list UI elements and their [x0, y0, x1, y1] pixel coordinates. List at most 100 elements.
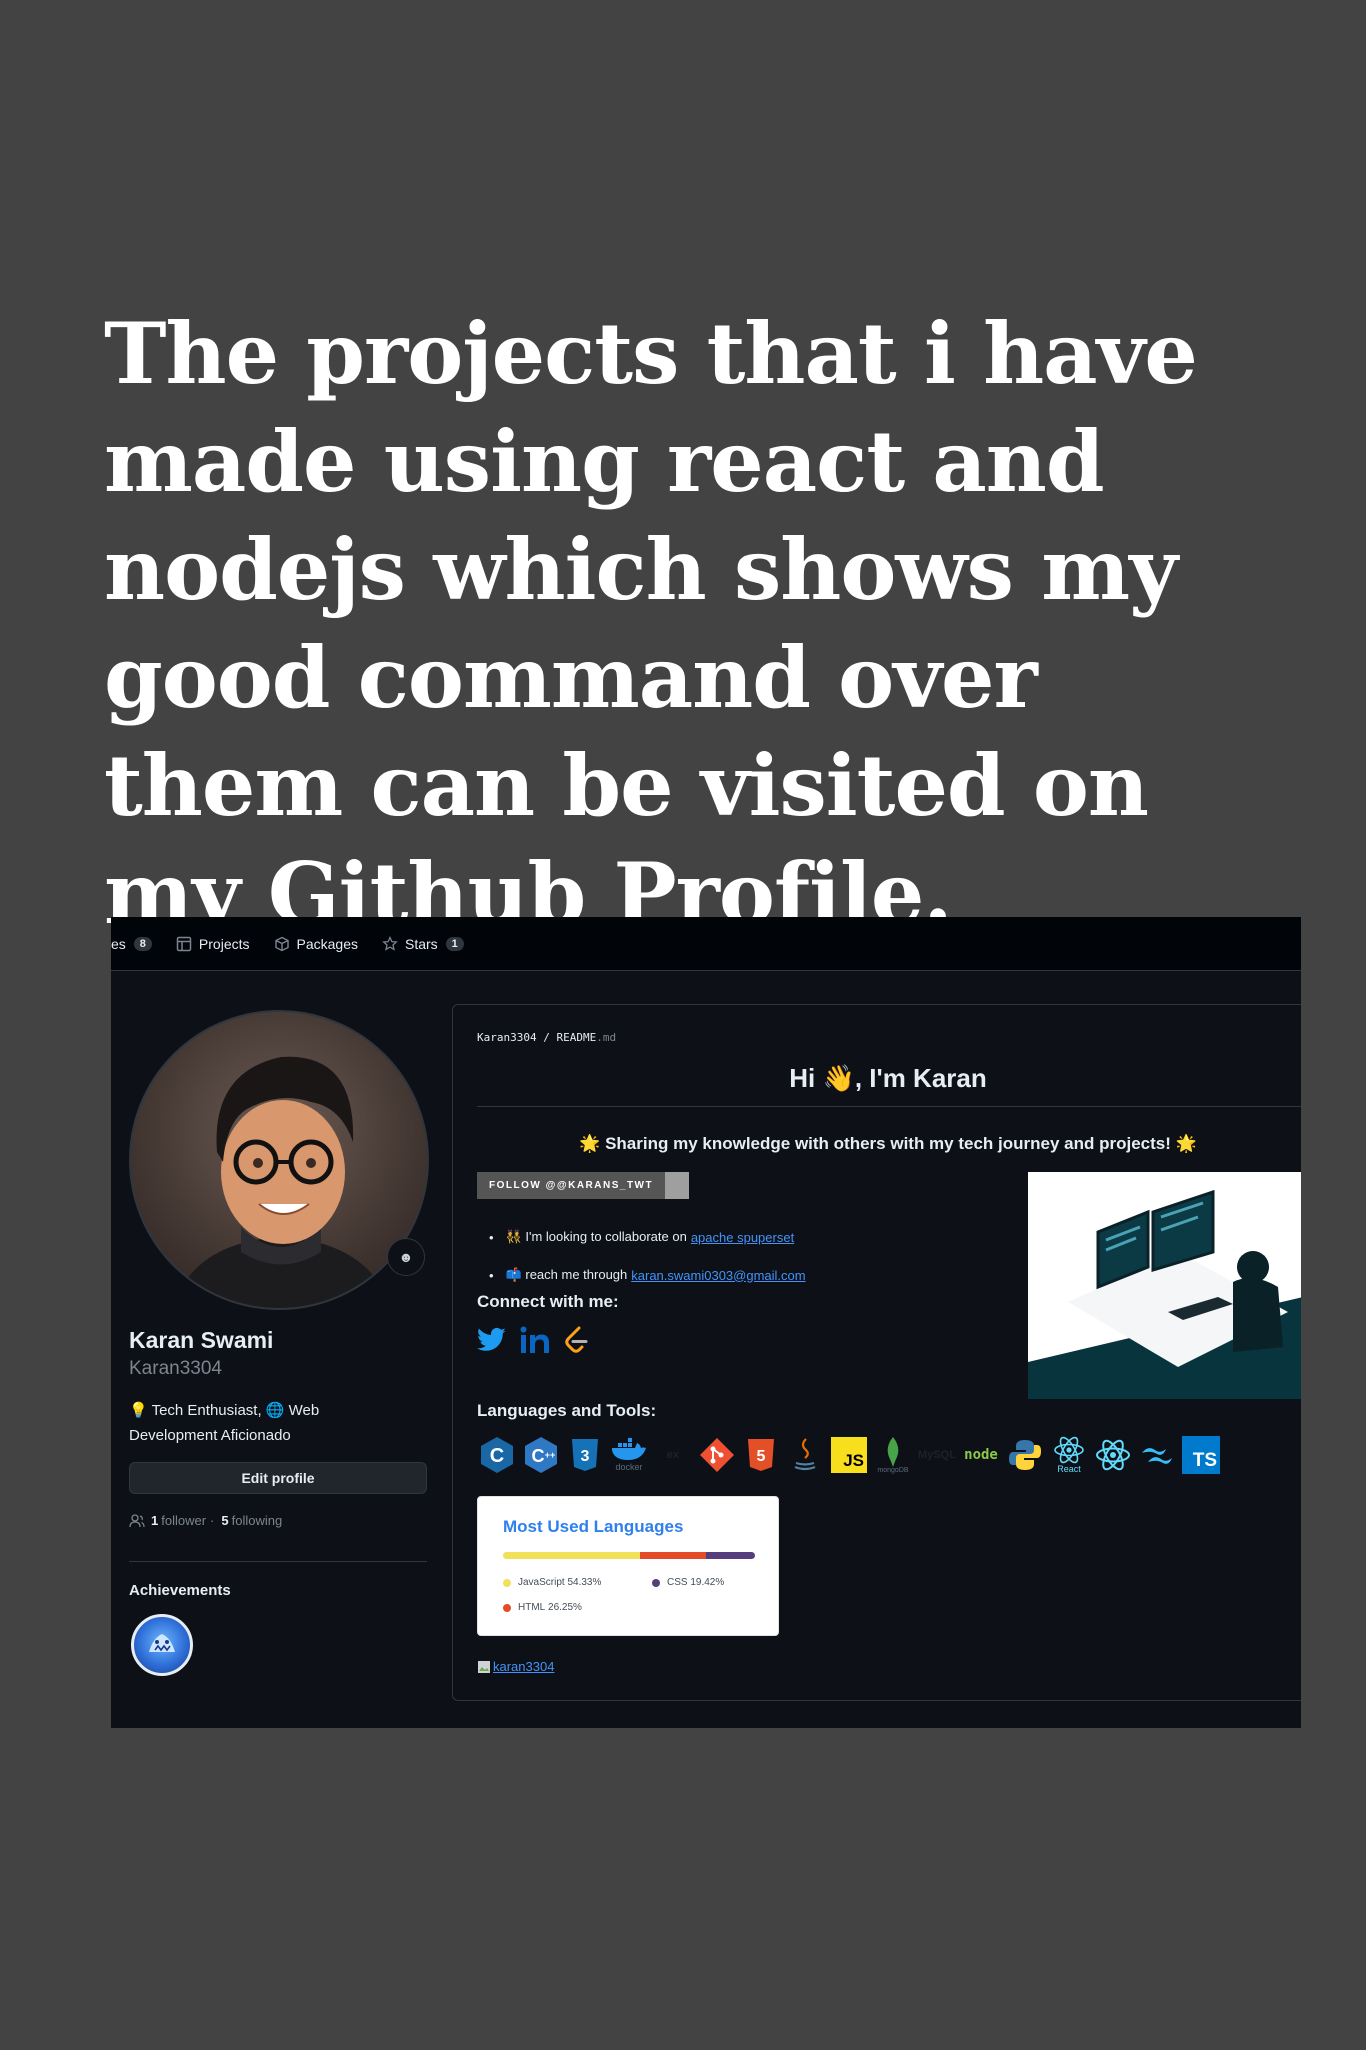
js-label: JS — [843, 1451, 864, 1470]
tab-stars-label: Stars — [404, 935, 438, 952]
legend-css: CSS 19.42% — [652, 1577, 724, 1588]
tab-stars[interactable]: Stars 1 — [382, 935, 464, 952]
shark-icon — [149, 1634, 175, 1652]
stars-count: 1 — [445, 936, 464, 951]
languages-progress-bar — [503, 1552, 755, 1559]
tab-packages-label: Packages — [296, 935, 358, 952]
tools-icons: C C ++ 3 docker ex 5 JS mongoDB MySQL nod… — [477, 1435, 1225, 1475]
readme-file-ext: .md — [596, 1031, 617, 1044]
collab-link[interactable]: apache spuperset — [691, 1230, 794, 1245]
twitter-icon[interactable] — [477, 1327, 507, 1353]
status-emoji-icon: ☻ — [398, 1249, 414, 1265]
readme-tagline: 🌟 Sharing my knowledge with others with … — [579, 1134, 1197, 1153]
email-link[interactable]: karan.swami0303@gmail.com — [631, 1268, 805, 1283]
legend-pct-html: 26.25% — [548, 1602, 582, 1613]
list-item: 📫 reach me through karan.swami0303@gmail… — [489, 1256, 806, 1294]
developer-illustration — [1028, 1172, 1301, 1399]
tab-repositories[interactable]: es 8 — [111, 936, 152, 952]
typescript-icon[interactable]: TS — [1181, 1435, 1221, 1475]
achievements-title: Achievements — [129, 1582, 231, 1599]
following-count[interactable]: 5 — [221, 1513, 228, 1528]
html-dot — [503, 1603, 511, 1612]
people-icon — [129, 1513, 145, 1527]
star-icon — [382, 935, 398, 951]
twitter-follow-count — [665, 1172, 690, 1199]
mysql-icon[interactable]: MySQL — [917, 1435, 957, 1475]
legend-name-css: CSS — [667, 1577, 688, 1588]
most-used-languages-card: Most Used Languages JavaScript 54.33% CS… — [477, 1496, 779, 1636]
profile-bio: 💡 Tech Enthusiast, 🌐 Web Development Afi… — [129, 1402, 320, 1444]
linkedin-icon[interactable] — [519, 1325, 551, 1355]
docker-icon[interactable]: docker — [609, 1435, 649, 1475]
connect-title: Connect with me: — [477, 1292, 619, 1311]
readme-heading: Hi 👋, I'm Karan — [789, 1063, 987, 1093]
set-status-button[interactable]: ☻ — [387, 1238, 425, 1276]
legend-name-javascript: JavaScript — [518, 1577, 565, 1588]
css-dot — [652, 1578, 660, 1587]
cplusplus-icon[interactable]: C ++ — [521, 1435, 561, 1475]
heading-rule — [477, 1106, 1301, 1107]
languages-bar-segment-css — [706, 1552, 755, 1559]
profile-tabs: es 8 Projects Packages Stars 1 — [111, 917, 1301, 971]
social-links — [477, 1325, 601, 1355]
html5-icon[interactable]: 5 — [741, 1435, 781, 1475]
svg-text:5: 5 — [757, 1448, 766, 1465]
git-icon[interactable] — [697, 1435, 737, 1475]
python-icon[interactable] — [1005, 1435, 1045, 1475]
readme-panel: Karan3304 / README.md Hi 👋, I'm Karan 🌟 … — [452, 1004, 1301, 1701]
svg-text:++: ++ — [545, 1450, 556, 1460]
legend-pct-javascript: 54.33% — [567, 1577, 602, 1588]
table-icon — [176, 936, 192, 951]
developer-desk-image — [1028, 1189, 1301, 1399]
javascript-dot — [503, 1578, 511, 1587]
react-label: React — [1057, 1464, 1081, 1474]
c-icon[interactable]: C — [477, 1435, 517, 1475]
follow-separator: · — [210, 1513, 215, 1528]
mongodb-icon[interactable]: mongoDB — [873, 1435, 913, 1475]
languages-card-title: Most Used Languages — [503, 1517, 684, 1536]
tailwind-icon[interactable] — [1137, 1435, 1177, 1475]
readme-file-link[interactable]: README — [556, 1031, 596, 1044]
tab-projects[interactable]: Projects — [176, 936, 250, 952]
readme-user-link[interactable]: Karan3304 — [477, 1031, 537, 1044]
collab-text: 👯 I'm looking to collaborate on — [505, 1229, 687, 1244]
legend-html: HTML 26.25% — [503, 1602, 582, 1613]
docker-label: docker — [615, 1462, 643, 1472]
languages-bar-segment-html — [639, 1552, 707, 1559]
java-icon[interactable] — [785, 1435, 825, 1475]
footer-link-label: karan3304 — [493, 1659, 555, 1674]
avatar[interactable] — [129, 1010, 429, 1310]
express-icon[interactable]: ex — [653, 1435, 693, 1475]
mongodb-label: mongoDB — [877, 1466, 909, 1474]
tab-repositories-label: es — [111, 935, 126, 952]
profile-name: Karan Swami — [129, 1327, 274, 1353]
achievement-badge[interactable] — [131, 1614, 193, 1676]
react-icon[interactable]: React — [1049, 1435, 1089, 1475]
languages-bar-segment-javascript — [503, 1552, 640, 1559]
following-link[interactable]: following — [232, 1513, 283, 1528]
reach-text: 📫 reach me through — [505, 1267, 628, 1282]
avatar-illustration — [172, 1056, 392, 1308]
twitter-follow-badge[interactable]: FOLLOW @@KARANS_TWT — [477, 1172, 690, 1199]
leetcode-icon[interactable] — [563, 1326, 589, 1354]
tab-projects-label: Projects — [198, 935, 250, 952]
package-icon — [274, 936, 289, 951]
repositories-count: 8 — [133, 936, 152, 951]
tab-packages[interactable]: Packages — [274, 936, 358, 952]
edit-profile-button[interactable]: Edit profile — [129, 1462, 427, 1494]
readme-breadcrumb: Karan3304 / README.md — [477, 1031, 616, 1044]
headline: The projects that i have made using reac… — [104, 304, 1198, 943]
follow-stats: 1 follower · 5 following — [129, 1513, 282, 1528]
github-stats-image-link[interactable]: karan3304 — [477, 1659, 554, 1674]
javascript-icon[interactable]: JS — [829, 1435, 869, 1475]
ts-label: TS — [1192, 1450, 1217, 1471]
nodejs-icon[interactable]: node — [961, 1435, 1001, 1475]
readme-bullets: 👯 I'm looking to collaborate on apache s… — [477, 1218, 806, 1294]
svg-text:C: C — [490, 1445, 504, 1467]
followers-count[interactable]: 1 — [151, 1513, 158, 1528]
svg-text:3: 3 — [581, 1448, 590, 1465]
followers-link[interactable]: follower — [161, 1513, 206, 1528]
redux-icon[interactable] — [1093, 1435, 1133, 1475]
svg-text:C: C — [532, 1446, 545, 1466]
css3-icon[interactable]: 3 — [565, 1435, 605, 1475]
